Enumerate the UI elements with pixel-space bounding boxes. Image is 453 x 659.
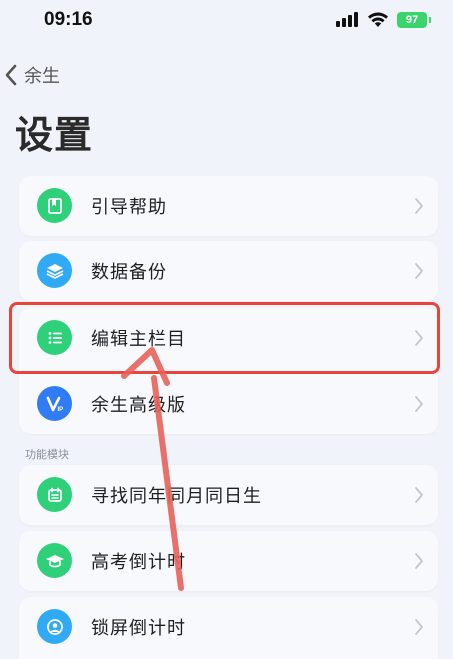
battery-indicator: 97 xyxy=(397,12,431,28)
settings-card-backup: 数据备份 xyxy=(19,241,438,301)
row-label: 寻找同年同月同日生 xyxy=(91,486,262,507)
status-time: 09:16 xyxy=(44,9,93,30)
section-header: 功能模块 xyxy=(25,448,69,461)
chevron-right-icon xyxy=(415,553,423,569)
cellular-signal-icon xyxy=(336,12,358,27)
settings-row-backup[interactable]: 数据备份 xyxy=(19,241,438,301)
chevron-right-icon xyxy=(415,263,423,279)
chevron-right-icon xyxy=(415,396,423,412)
vip-icon: IP xyxy=(37,386,72,421)
chevron-left-icon xyxy=(4,64,18,86)
back-button[interactable]: 余生 xyxy=(4,60,60,90)
settings-row-guide[interactable]: 引导帮助 xyxy=(19,176,438,236)
layers-icon xyxy=(37,253,72,288)
feature-card-exam: 高考倒计时 xyxy=(19,531,438,591)
row-label: 锁屏倒计时 xyxy=(91,618,186,639)
graduation-cap-icon xyxy=(37,543,72,578)
highlight-annotation-box xyxy=(9,302,440,374)
feature-card-birthday: 寻找同年同月同日生 xyxy=(19,465,438,525)
feature-card-lockscreen: 锁屏倒计时 xyxy=(19,597,438,659)
status-bar: 09:16 97 xyxy=(0,0,453,48)
chevron-right-icon xyxy=(415,619,423,635)
feature-row-birthday[interactable]: 寻找同年同月同日生 xyxy=(19,465,438,525)
row-label: 高考倒计时 xyxy=(91,552,186,573)
book-icon xyxy=(37,188,72,223)
back-label: 余生 xyxy=(24,66,60,87)
chevron-right-icon xyxy=(415,487,423,503)
chevron-right-icon xyxy=(415,198,423,214)
page-title: 设置 xyxy=(15,113,94,157)
row-label: 引导帮助 xyxy=(91,197,167,218)
feature-row-lockscreen-countdown[interactable]: 锁屏倒计时 xyxy=(19,597,438,657)
row-label: 数据备份 xyxy=(91,262,167,283)
settings-row-premium[interactable]: IP 余生高级版 xyxy=(19,374,438,434)
calendar-icon xyxy=(37,477,72,512)
lock-screen-icon xyxy=(37,609,72,644)
feature-row-exam-countdown[interactable]: 高考倒计时 xyxy=(19,531,438,591)
row-label: 余生高级版 xyxy=(91,395,186,416)
settings-card-guide: 引导帮助 xyxy=(19,176,438,236)
wifi-icon xyxy=(367,11,389,28)
svg-text:IP: IP xyxy=(57,407,63,413)
